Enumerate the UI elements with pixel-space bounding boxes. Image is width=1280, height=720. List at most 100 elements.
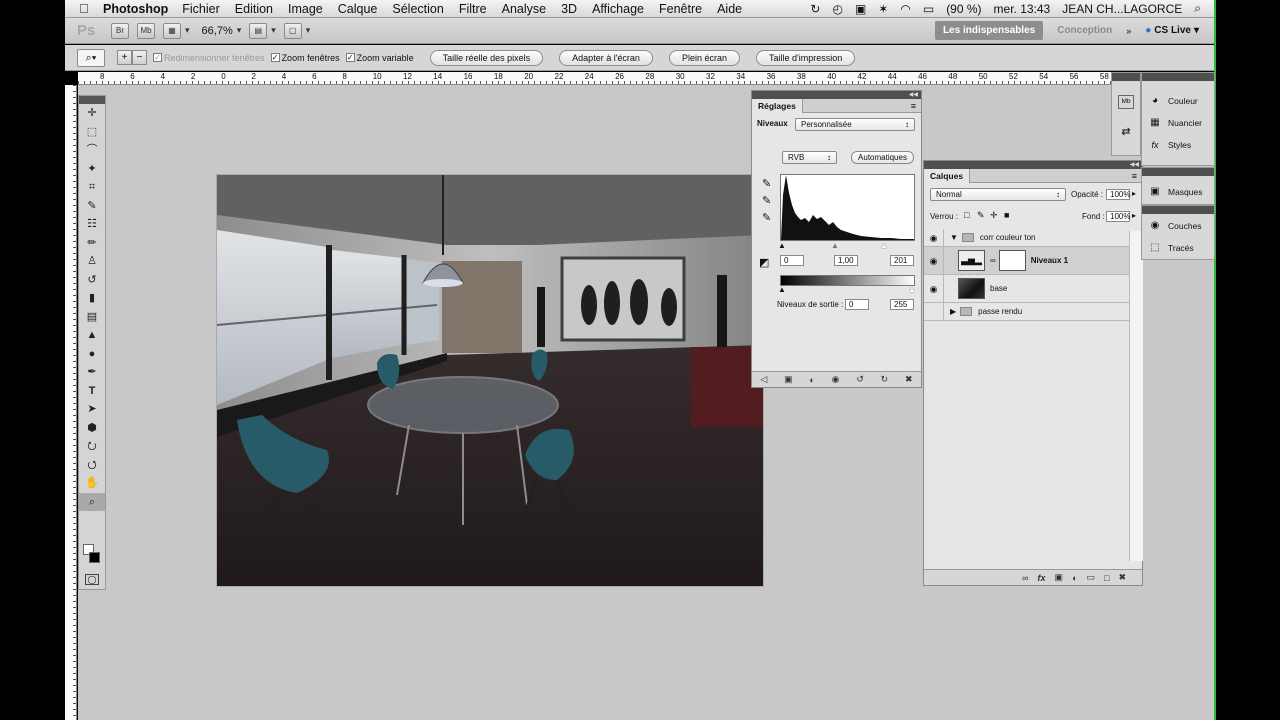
new-group-icon[interactable]: ▭ <box>1087 572 1096 583</box>
previous-state-icon[interactable]: ↺ <box>856 374 864 385</box>
preset-select[interactable]: Personnalisée ↕ <box>795 118 915 131</box>
dock-header[interactable] <box>1142 168 1214 176</box>
tab-reglages[interactable]: Réglages <box>752 98 803 113</box>
bluetooth-icon[interactable]: ✶ <box>878 2 888 16</box>
menu-analyse[interactable]: Analyse <box>502 2 546 16</box>
sync-icon[interactable]: ↻ <box>810 2 820 16</box>
tool-preset-picker[interactable]: ⌕▾ <box>77 48 105 67</box>
3d-orbit-tool-icon[interactable]: ⭯ <box>79 456 105 475</box>
eyedropper-tool-icon[interactable]: ✎ <box>79 197 105 216</box>
screen-icon[interactable]: ▣ <box>855 2 866 16</box>
panel-menu-icon[interactable]: ≡ <box>911 101 921 111</box>
print-size-button[interactable]: Taille d'impression <box>755 49 856 66</box>
return-to-list-icon[interactable]: ◁ <box>760 374 767 385</box>
clone-stamp-tool-icon[interactable]: ♙ <box>79 252 105 271</box>
layer-name[interactable]: passe rendu <box>978 303 1022 321</box>
horizontal-ruler[interactable]: 8 6 4 2 0 2 4 6 8 10 12 14 16 18 20 22 24 26 28 30 32 34 36 38 4… <box>78 72 1112 85</box>
gradient-tool-icon[interactable]: ▤ <box>79 308 105 327</box>
new-adjustment-icon[interactable]: ◐ <box>1072 573 1077 583</box>
output-white-slider[interactable]: ▲ <box>908 285 916 294</box>
input-gamma-field[interactable]: 1,00 <box>834 255 858 266</box>
wifi-icon[interactable]: ◠ <box>900 2 910 16</box>
panel-masques[interactable]: ▣ Masques <box>1142 186 1214 198</box>
chevron-down-icon[interactable]: ▾ <box>271 25 276 36</box>
panel-couleur[interactable]: ◕ Couleur <box>1142 95 1214 107</box>
output-black-slider[interactable]: ▲ <box>778 285 786 294</box>
trash-icon[interactable]: ✖ <box>1118 572 1126 583</box>
layer-style-icon[interactable]: fx <box>1038 573 1046 583</box>
layer-mask-thumbnail[interactable] <box>998 250 1026 271</box>
vertical-ruler[interactable] <box>65 85 77 720</box>
blend-mode-select[interactable]: Normal ↕ <box>930 188 1066 201</box>
expanded-view-icon[interactable]: ▣ <box>784 374 793 385</box>
background-color-swatch[interactable] <box>89 552 100 563</box>
menu-affichage[interactable]: Affichage <box>592 2 644 16</box>
panel-nuancier[interactable]: ▦ Nuancier <box>1142 117 1214 129</box>
blur-tool-icon[interactable]: ▲ <box>79 326 105 345</box>
document-image[interactable] <box>217 175 763 586</box>
input-white-field[interactable]: 201 <box>890 255 914 266</box>
shape-tool-icon[interactable]: ⬢ <box>79 419 105 438</box>
clipping-icon[interactable]: ◩ <box>759 256 769 269</box>
history-brush-tool-icon[interactable]: ↺ <box>79 271 105 290</box>
black-point-eyedropper-icon[interactable]: ✎ <box>762 177 771 190</box>
quick-mask-icon[interactable]: ◯ <box>85 574 99 585</box>
output-black-field[interactable]: 0 <box>845 299 869 310</box>
opacity-field[interactable]: 100% <box>1106 189 1130 200</box>
hand-tool-icon[interactable]: ✋ <box>79 474 105 493</box>
menu-3d[interactable]: 3D <box>561 2 577 16</box>
path-selection-tool-icon[interactable]: ➤ <box>79 400 105 419</box>
spotlight-icon[interactable]: ⌕ <box>1194 1 1201 16</box>
layers-scrollbar[interactable] <box>1129 231 1143 561</box>
link-layers-icon[interactable]: ∞ <box>1022 573 1028 583</box>
menu-fenetre[interactable]: Fenêtre <box>659 2 702 16</box>
mini-bridge-button[interactable]: Mb <box>137 22 155 39</box>
menu-aide[interactable]: Aide <box>717 2 742 16</box>
cs-live-button[interactable]: ● CS Live ▾ <box>1145 25 1199 36</box>
reset-icon[interactable]: ↻ <box>881 374 889 385</box>
link-icon[interactable]: ∞ <box>990 247 996 275</box>
panel-styles[interactable]: fx Styles <box>1142 139 1214 151</box>
lasso-tool-icon[interactable]: ⌒ <box>79 141 105 160</box>
marquee-tool-icon[interactable]: ⬚ <box>79 123 105 142</box>
input-black-field[interactable]: 0 <box>780 255 804 266</box>
tab-calques[interactable]: Calques <box>924 168 971 183</box>
crop-tool-icon[interactable]: ⌗ <box>79 178 105 197</box>
input-black-slider[interactable]: ▲ <box>778 241 786 250</box>
fit-screen-button[interactable]: Adapter à l'écran <box>559 49 653 66</box>
eye-icon[interactable]: ◉ <box>924 275 944 302</box>
type-tool-icon[interactable]: T <box>79 382 105 401</box>
gray-point-eyedropper-icon[interactable]: ✎ <box>762 194 771 207</box>
bridge-button[interactable]: Br <box>111 22 129 39</box>
disclosure-open-icon[interactable]: ▼ <box>950 229 958 247</box>
dodge-tool-icon[interactable]: ● <box>79 345 105 364</box>
lock-image-icon[interactable]: ✎ <box>977 210 985 221</box>
auto-button[interactable]: Automatiques <box>851 151 914 164</box>
white-point-eyedropper-icon[interactable]: ✎ <box>762 211 771 224</box>
workspace-essentials[interactable]: Les indispensables <box>934 21 1044 40</box>
eye-icon[interactable]: ◉ <box>924 229 944 246</box>
fill-screen-button[interactable]: Plein écran <box>668 49 740 66</box>
layer-name[interactable]: corr couleur ton <box>980 229 1036 247</box>
menu-fichier[interactable]: Fichier <box>182 2 220 16</box>
menu-app-name[interactable]: Photoshop <box>103 2 168 16</box>
battery-icon[interactable]: ▭ <box>923 2 934 16</box>
scrubby-zoom-option[interactable]: ✓ Zoom variable <box>345 53 414 63</box>
layer-row-group[interactable]: ◉ ▼ corr couleur ton <box>924 229 1129 247</box>
input-white-slider[interactable]: ▲ <box>880 241 888 250</box>
quick-selection-tool-icon[interactable]: ✦ <box>79 160 105 179</box>
workspace-more-icon[interactable]: » <box>1126 26 1131 36</box>
layer-row-adjustment[interactable]: ◉ ▃▅▂ ∞ Niveaux 1 <box>924 247 1129 275</box>
zoom-level[interactable]: 66,7% <box>202 25 233 37</box>
clip-to-layer-icon[interactable]: ◐ <box>809 375 814 385</box>
menu-edition[interactable]: Edition <box>235 2 273 16</box>
eye-hidden-icon[interactable] <box>924 303 944 320</box>
clock[interactable]: mer. 13:43 <box>994 2 1051 16</box>
toolbox-header[interactable] <box>79 96 105 104</box>
dock-header[interactable] <box>1142 206 1214 214</box>
eye-icon[interactable]: ◉ <box>924 247 944 274</box>
history-panel-icon[interactable]: ⇄ <box>1118 125 1134 139</box>
zoom-all-option[interactable]: ✓ Zoom fenêtres <box>270 53 340 63</box>
arrange-documents-icon[interactable]: ▤ <box>249 22 268 39</box>
screen-mode-icon[interactable]: ▢ <box>283 22 302 39</box>
